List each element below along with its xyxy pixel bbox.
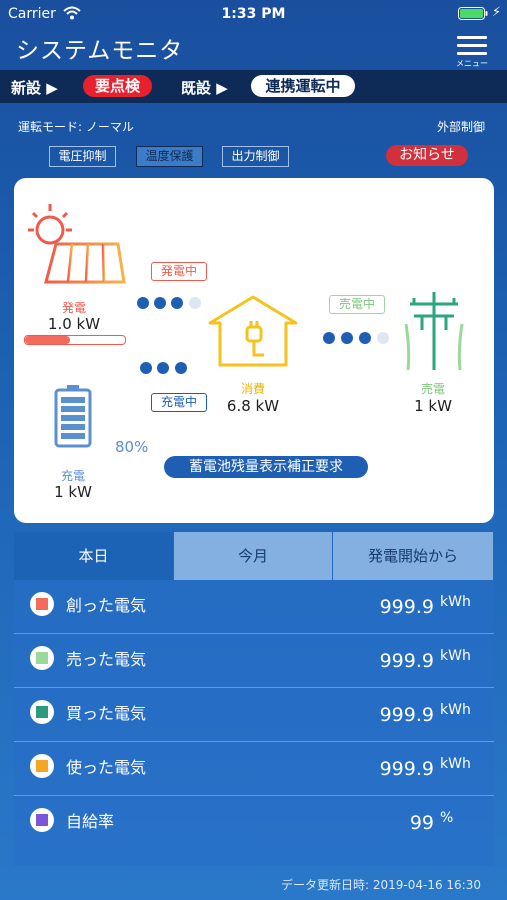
- battery-icon: [458, 7, 488, 20]
- flow-dot: [323, 332, 335, 344]
- list-item: 買った電気 999.9 kWh: [14, 688, 494, 742]
- flow-dot: [137, 297, 149, 309]
- list-item: 売った電気 999.9 kWh: [14, 634, 494, 688]
- temperature-protection-tag: 温度保護: [136, 146, 203, 167]
- generation-value: 1.0 kW: [47, 315, 101, 333]
- tab-month[interactable]: 今月: [174, 532, 332, 580]
- flow-dot: [171, 297, 183, 309]
- power-pole-icon: [404, 292, 464, 371]
- storage-battery-icon: [54, 385, 92, 448]
- row-unit: kWh: [440, 594, 471, 610]
- flow-dot: [341, 332, 353, 344]
- flow-dot: [189, 297, 201, 309]
- charging-badge: 充電中: [151, 393, 207, 412]
- generation-progress-bar: [24, 335, 126, 345]
- battery-calibration-button[interactable]: 蓄電池残量表示補正要求: [164, 456, 368, 478]
- operation-mode: 運転モード: ノーマル: [18, 120, 134, 134]
- flow-dot: [377, 332, 389, 344]
- row-unit: kWh: [440, 648, 471, 664]
- generation-progress-fill: [25, 336, 70, 344]
- color-marker-icon: [30, 754, 54, 778]
- row-label: 売った電気: [66, 650, 147, 669]
- color-marker-icon: [30, 646, 54, 670]
- selling-badge: 売電中: [329, 295, 385, 314]
- row-label: 自給率: [66, 812, 115, 831]
- battery-percent: 80%: [115, 438, 149, 456]
- list-item: 自給率 99 %: [14, 796, 494, 849]
- row-unit: %: [440, 810, 454, 826]
- tab-today[interactable]: 本日: [14, 532, 173, 580]
- solar-panel-icon: [28, 204, 126, 284]
- tab-since-start[interactable]: 発電開始から: [333, 532, 493, 580]
- color-marker-icon: [30, 592, 54, 616]
- charge-label: 充電: [60, 469, 85, 483]
- flow-dot: [157, 362, 169, 374]
- row-value: 999.9: [379, 596, 434, 618]
- sell-label: 売電: [420, 382, 445, 396]
- list-item: 使った電気 999.9 kWh: [14, 742, 494, 796]
- hamburger-icon: [457, 44, 487, 47]
- row-label: 使った電気: [66, 758, 147, 777]
- notice-button[interactable]: お知らせ: [386, 145, 468, 166]
- page-title: システムモニタ: [16, 38, 184, 64]
- generating-badge: 発電中: [151, 262, 207, 281]
- output-control-tag: 出力制御: [222, 146, 289, 167]
- menu-label: メニュー: [456, 59, 488, 68]
- row-value: 999.9: [379, 758, 434, 780]
- flow-dot: [359, 332, 371, 344]
- new-install-label: 新設 ▶: [11, 79, 58, 97]
- row-value: 99: [409, 812, 434, 834]
- row-label: 買った電気: [66, 704, 147, 723]
- menu-button[interactable]: メニュー: [454, 33, 490, 68]
- consumption-label: 消費: [240, 382, 265, 396]
- energy-summary-list: 創った電気 999.9 kWh 売った電気 999.9 kWh 買った電気 99…: [14, 580, 494, 866]
- external-control-label: 外部制御: [437, 120, 486, 134]
- row-unit: kWh: [440, 756, 471, 772]
- list-item: 創った電気 999.9 kWh: [14, 580, 494, 634]
- hamburger-icon: [457, 52, 487, 55]
- flow-dot: [140, 362, 152, 374]
- existing-install-label: 既設 ▶: [181, 79, 228, 97]
- color-marker-icon: [30, 700, 54, 724]
- color-marker-icon: [30, 808, 54, 832]
- system-status-row: 新設 ▶ 要点検 既設 ▶ 連携運転中: [0, 70, 507, 103]
- charging-icon: ⚡: [492, 5, 502, 20]
- consumption-value: 6.8 kW: [226, 397, 280, 415]
- voltage-suppression-tag: 電圧抑制: [49, 146, 116, 167]
- house-icon: [208, 295, 298, 367]
- linked-operation-badge[interactable]: 連携運転中: [251, 75, 355, 97]
- last-updated: データ更新日時: 2019-04-16 16:30: [281, 878, 481, 892]
- sell-value: 1 kW: [414, 397, 452, 415]
- generation-label: 発電: [61, 301, 86, 315]
- inspection-required-badge[interactable]: 要点検: [83, 75, 152, 97]
- row-label: 創った電気: [66, 596, 147, 615]
- flow-dot: [154, 297, 166, 309]
- charge-value: 1 kW: [54, 483, 92, 501]
- row-value: 999.9: [379, 650, 434, 672]
- clock: 1:33 PM: [221, 6, 286, 22]
- row-unit: kWh: [440, 702, 471, 718]
- row-value: 999.9: [379, 704, 434, 726]
- hamburger-icon: [457, 36, 487, 39]
- flow-dot: [175, 362, 187, 374]
